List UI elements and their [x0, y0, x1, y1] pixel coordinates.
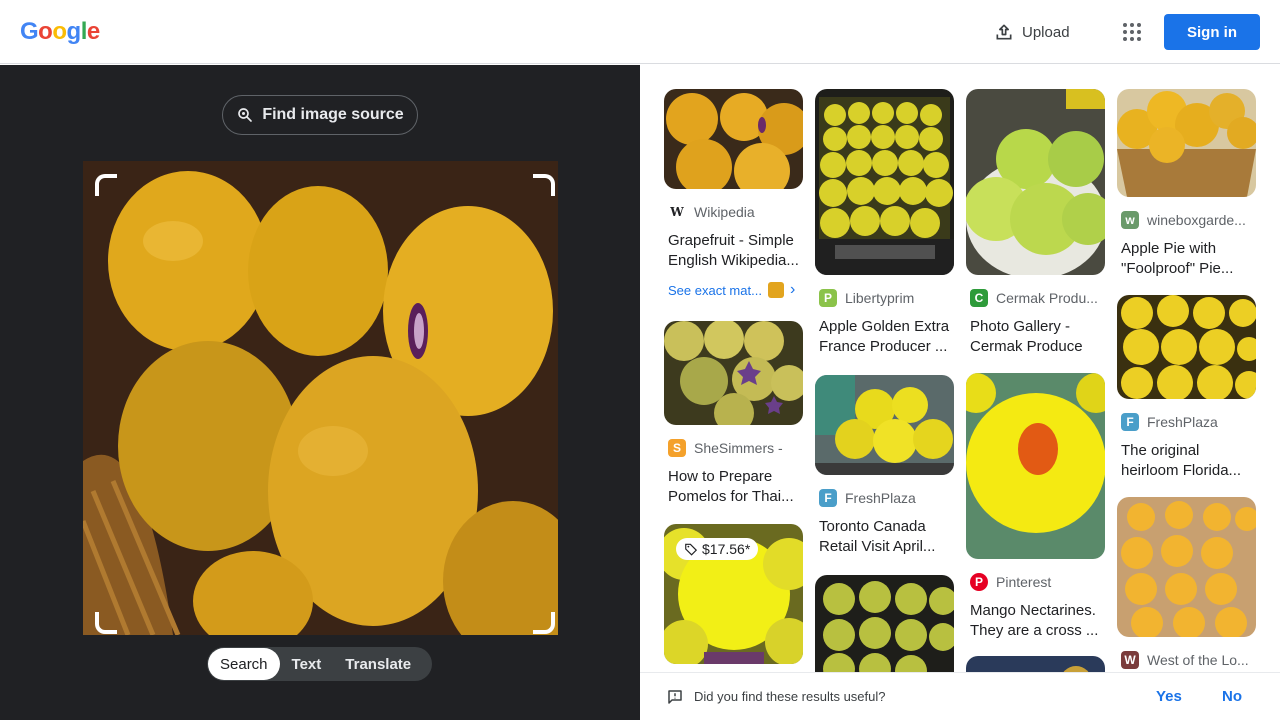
- result-source: P Libertyprim: [815, 289, 954, 307]
- result-card[interactable]: w wineboxgarde... Apple Pie with "Foolpr…: [1117, 89, 1256, 279]
- pinterest-icon: P: [970, 573, 988, 591]
- result-title[interactable]: Grapefruit - Simple English Wikipedia...: [664, 231, 803, 271]
- sign-in-button[interactable]: Sign in: [1164, 14, 1260, 50]
- result-thumbnail[interactable]: [966, 89, 1105, 275]
- google-logo[interactable]: Google: [20, 18, 100, 46]
- price-tag-icon: [685, 543, 698, 556]
- result-thumbnail[interactable]: [815, 89, 954, 275]
- upload-label: Upload: [1022, 23, 1070, 41]
- feedback-yes-button[interactable]: Yes: [1156, 688, 1182, 705]
- result-card[interactable]: [815, 575, 954, 685]
- result-source-name: Pinterest: [996, 574, 1052, 590]
- result-card[interactable]: P Pinterest Mango Nectarines. They are a…: [966, 373, 1105, 641]
- result-source-name: FreshPlaza: [845, 490, 916, 506]
- result-card[interactable]: P Libertyprim Apple Golden Extra France …: [815, 89, 954, 357]
- result-card[interactable]: $17.56*: [664, 524, 803, 664]
- crop-handle-bottom-right[interactable]: [533, 612, 555, 634]
- see-exact-matches-link[interactable]: See exact mat... ›: [664, 281, 803, 299]
- result-card[interactable]: F FreshPlaza Toronto Canada Retail Visit…: [815, 375, 954, 557]
- result-title[interactable]: Photo Gallery - Cermak Produce: [966, 317, 1105, 357]
- crop-handle-top-right[interactable]: [533, 174, 555, 196]
- logo-letter: o: [38, 18, 53, 45]
- result-thumbnail[interactable]: [815, 575, 954, 685]
- result-card[interactable]: C Cermak Produ... Photo Gallery - Cermak…: [966, 89, 1105, 357]
- result-title[interactable]: The original heirloom Florida...: [1117, 441, 1256, 481]
- logo-letter: e: [86, 18, 100, 45]
- wikipedia-icon: W: [668, 203, 686, 221]
- result-title[interactable]: Mango Nectarines. They are a cross ...: [966, 601, 1105, 641]
- find-image-source-button[interactable]: Find image source: [222, 95, 418, 135]
- result-thumbnail[interactable]: [815, 375, 954, 475]
- exact-match-thumb-icon: [767, 282, 784, 298]
- west-of-the-loop-icon: W: [1121, 651, 1139, 669]
- apps-grid-icon[interactable]: [1116, 16, 1148, 48]
- result-card[interactable]: S SheSimmers - How to Prepare Pomelos fo…: [664, 321, 803, 507]
- result-thumbnail[interactable]: [966, 373, 1105, 559]
- result-source-name: Libertyprim: [845, 290, 915, 306]
- upload-icon: [996, 24, 1012, 40]
- result-title[interactable]: How to Prepare Pomelos for Thai...: [664, 467, 803, 507]
- mode-translate-tab[interactable]: Translate: [333, 648, 423, 680]
- result-source: F FreshPlaza: [1117, 413, 1256, 431]
- result-card[interactable]: W Wikipedia Grapefruit - Simple English …: [664, 89, 803, 299]
- result-source: w wineboxgarde...: [1117, 211, 1256, 229]
- upload-button[interactable]: Upload: [986, 16, 1078, 48]
- price-badge: $17.56*: [676, 538, 759, 560]
- result-thumbnail[interactable]: [664, 321, 803, 425]
- logo-letter: G: [20, 18, 39, 45]
- result-thumbnail[interactable]: [664, 89, 803, 189]
- logo-letter: o: [52, 18, 67, 45]
- feedback-question: Did you find these results useful?: [694, 689, 886, 704]
- result-source: C Cermak Produ...: [966, 289, 1105, 307]
- feedback-no-button[interactable]: No: [1222, 688, 1242, 705]
- result-source: W West of the Lo...: [1117, 651, 1256, 669]
- mode-text-tab[interactable]: Text: [280, 648, 334, 680]
- result-source-name: Wikipedia: [694, 204, 755, 220]
- result-card[interactable]: W West of the Lo...: [1117, 497, 1256, 669]
- result-card[interactable]: F FreshPlaza The original heirloom Flori…: [1117, 295, 1256, 481]
- result-source: W Wikipedia: [664, 203, 803, 221]
- top-bar: Google Upload Sign in: [0, 0, 1280, 64]
- result-source-name: Cermak Produ...: [996, 290, 1098, 306]
- price-value: $17.56*: [702, 541, 751, 557]
- feedback-icon: [668, 689, 682, 704]
- crop-handle-bottom-left[interactable]: [95, 612, 117, 634]
- shesimmers-icon: S: [668, 439, 686, 457]
- crop-handle-top-left[interactable]: [95, 174, 117, 196]
- logo-letter: g: [66, 18, 82, 45]
- result-source-name: wineboxgarde...: [1147, 212, 1246, 228]
- result-source-name: West of the Lo...: [1147, 652, 1249, 668]
- wineboxgarden-icon: w: [1121, 211, 1139, 229]
- result-thumbnail[interactable]: [1117, 295, 1256, 399]
- cermak-icon: C: [970, 289, 988, 307]
- lens-mode-switcher: Search Text Translate: [207, 647, 432, 681]
- result-thumbnail[interactable]: [1117, 89, 1256, 197]
- find-image-source-label: Find image source: [262, 106, 404, 123]
- freshplaza-icon: F: [819, 489, 837, 507]
- result-thumbnail[interactable]: [1117, 497, 1256, 637]
- libertyprim-icon: P: [819, 289, 837, 307]
- lens-search-icon: [238, 108, 253, 122]
- freshplaza-icon: F: [1121, 413, 1139, 431]
- result-thumbnail[interactable]: $17.56*: [664, 524, 803, 664]
- result-title[interactable]: Apple Golden Extra France Producer ...: [815, 317, 954, 357]
- result-source-name: SheSimmers -: [694, 440, 783, 456]
- result-title[interactable]: Toronto Canada Retail Visit April...: [815, 517, 954, 557]
- see-exact-matches-label: See exact mat...: [668, 282, 762, 298]
- feedback-bar: Did you find these results useful? Yes N…: [640, 672, 1280, 720]
- result-source: P Pinterest: [966, 573, 1105, 591]
- mode-search-tab[interactable]: Search: [208, 648, 280, 680]
- chevron-right-icon: ›: [789, 281, 796, 298]
- result-source: S SheSimmers -: [664, 439, 803, 457]
- result-source-name: FreshPlaza: [1147, 414, 1218, 430]
- query-image[interactable]: [83, 161, 558, 635]
- result-source: F FreshPlaza: [815, 489, 954, 507]
- result-title[interactable]: Apple Pie with "Foolproof" Pie...: [1117, 239, 1256, 279]
- visual-matches-grid: W Wikipedia Grapefruit - Simple English …: [640, 65, 1280, 720]
